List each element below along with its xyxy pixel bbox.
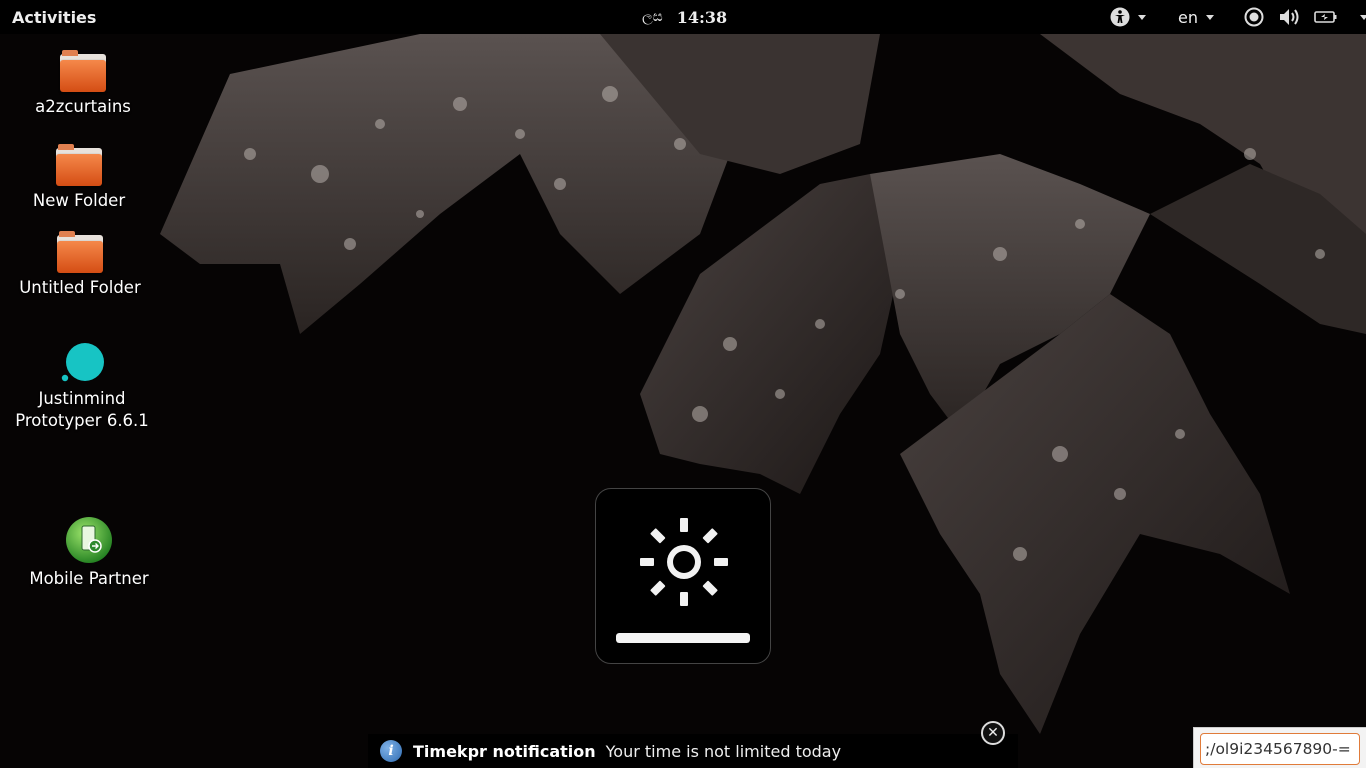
desktop-item-justinmind[interactable]: Justinmind Prototyper 6.6.1	[10, 342, 154, 432]
brightness-icon	[1244, 7, 1264, 27]
desktop-item-label: a2zcurtains	[35, 97, 131, 116]
desktop-item-label-line2: Prototyper 6.6.1	[15, 411, 149, 430]
desktop-item-mobile-partner[interactable]: Mobile Partner	[22, 516, 156, 590]
activities-button[interactable]: Activities	[12, 0, 96, 34]
accessibility-menu[interactable]	[1110, 0, 1146, 34]
brightness-icon	[640, 518, 728, 606]
input-language-menu[interactable]: en	[1178, 0, 1214, 34]
justinmind-icon	[61, 343, 104, 382]
system-menu[interactable]	[1244, 0, 1366, 34]
top-panel: Activities ලස 14:38 en	[0, 0, 1366, 34]
clock-button[interactable]: ලස 14:38	[642, 0, 727, 34]
desktop-item-label: Mobile Partner	[29, 569, 149, 588]
folder-icon	[57, 231, 103, 273]
chevron-down-icon	[1360, 14, 1366, 20]
notification-body: Your time is not limited today	[605, 741, 842, 761]
battery-icon	[1314, 11, 1337, 23]
notification-banner[interactable]: i Timekpr notification Your time is not …	[368, 734, 1018, 768]
notification-title: Timekpr notification	[413, 741, 596, 761]
close-icon: ✕	[987, 725, 999, 741]
folder-icon	[60, 50, 106, 92]
chevron-down-icon	[1138, 14, 1146, 20]
clock-language: ලස	[642, 9, 663, 25]
text-entry-panel: ;/ol9i234567890-=	[1193, 727, 1366, 768]
brightness-osd	[595, 488, 771, 664]
activities-label: Activities	[12, 7, 97, 27]
desktop-item-label: New Folder	[32, 191, 126, 210]
folder-icon	[56, 144, 102, 186]
text-input[interactable]: ;/ol9i234567890-=	[1200, 733, 1360, 765]
brightness-level-bar	[616, 633, 750, 643]
info-icon: i	[380, 740, 402, 762]
desktop-item-label: Untitled Folder	[19, 278, 141, 297]
brightness-level-fill	[616, 633, 750, 643]
accessibility-icon	[1110, 7, 1130, 27]
desktop-item-new-folder[interactable]: New Folder	[20, 144, 138, 212]
notification-close-button[interactable]: ✕	[981, 721, 1005, 745]
volume-icon	[1280, 9, 1299, 25]
mobile-partner-icon	[66, 517, 112, 563]
clock-time: 14:38	[676, 7, 728, 27]
chevron-down-icon	[1205, 14, 1214, 20]
input-language-label: en	[1178, 7, 1198, 27]
desktop-item-label-line1: Justinmind	[38, 389, 126, 408]
desktop-item-a2zcurtains[interactable]: a2zcurtains	[24, 50, 142, 118]
text-input-value: ;/ol9i234567890-=	[1205, 740, 1351, 758]
desktop-item-untitled-folder[interactable]: Untitled Folder	[10, 231, 150, 299]
